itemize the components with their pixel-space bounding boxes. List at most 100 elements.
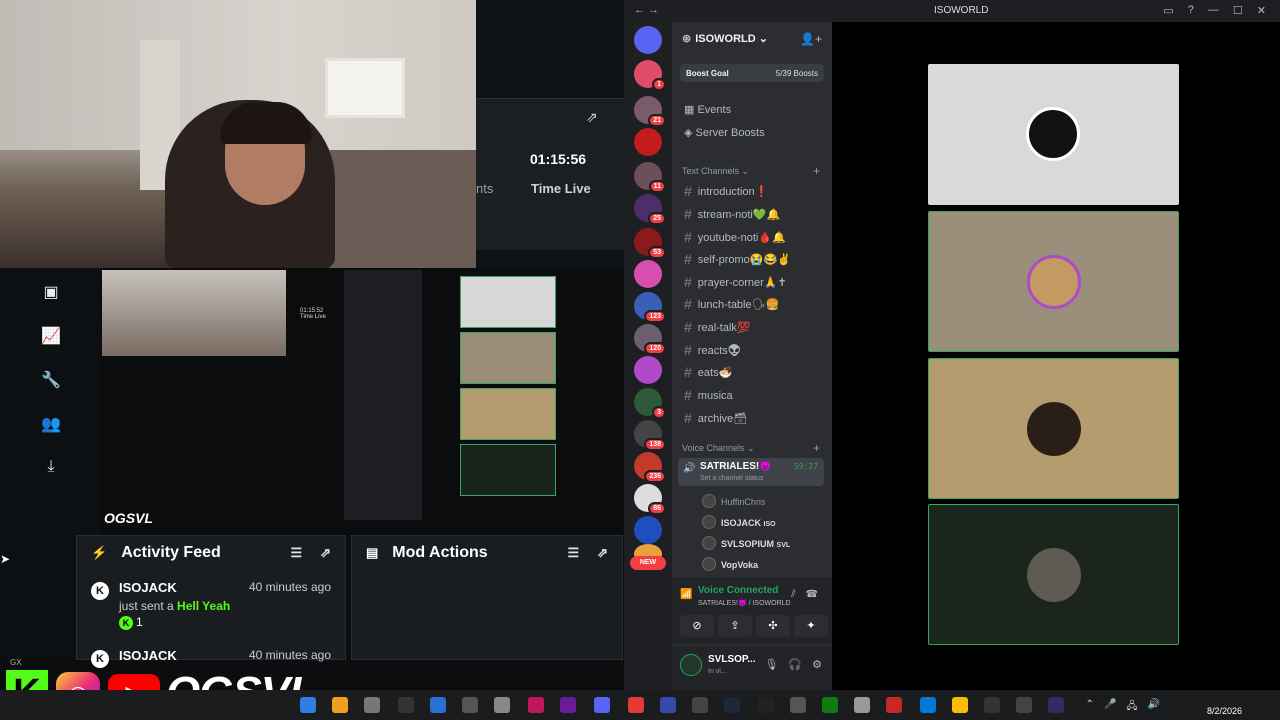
app-icon[interactable] — [628, 697, 644, 713]
popout-icon[interactable]: ⇗ — [597, 545, 608, 561]
voice-user[interactable]: ISOJACK ISO — [702, 515, 776, 529]
participant-tile[interactable] — [928, 358, 1179, 499]
server-icon[interactable]: 86 — [634, 484, 666, 515]
folder-icon[interactable] — [332, 697, 348, 713]
channel-reacts[interactable]: # reacts👽 — [684, 342, 820, 358]
server-icon[interactable] — [634, 128, 662, 156]
server-icon[interactable]: 11 — [634, 162, 666, 193]
channel-archive[interactable]: # archive🗃 — [684, 410, 820, 426]
app-icon[interactable] — [528, 697, 544, 713]
app-icon[interactable] — [364, 697, 380, 713]
server-name[interactable]: ⊛ ISOWORLD ⌄ — [682, 32, 768, 45]
camera-off-button[interactable]: ⊘ — [680, 615, 714, 637]
username[interactable]: SVLSOP... — [708, 654, 756, 665]
discord-home-icon[interactable] — [634, 26, 662, 54]
participant-tile[interactable] — [928, 64, 1179, 205]
server-icon[interactable]: 138 — [634, 420, 666, 451]
app-icon[interactable] — [854, 697, 870, 713]
app-icon[interactable] — [1016, 697, 1032, 713]
app-icon[interactable] — [984, 697, 1000, 713]
soundboard-button[interactable]: ✦ — [794, 615, 828, 637]
channel-self-promo[interactable]: # self-promo😭😂✌ — [684, 251, 820, 267]
app-icon[interactable] — [660, 697, 676, 713]
chrome-icon[interactable] — [952, 697, 968, 713]
disconnect-icon[interactable]: ☎ — [806, 589, 818, 600]
headphones-icon[interactable]: 🎧 — [788, 658, 802, 671]
text-channels-category[interactable]: Text Channels ⌄ + — [682, 164, 822, 178]
noise-suppression-icon[interactable]: ⫽ — [791, 589, 795, 600]
channel-prayer-corner[interactable]: # prayer-corner🙏✝ — [684, 274, 820, 290]
close-icon[interactable]: ✕ — [1257, 4, 1266, 17]
back-arrow-icon[interactable]: ← → — [634, 4, 659, 16]
users-icon[interactable]: 👥 — [40, 414, 62, 434]
boost-goal[interactable]: Boost Goal 5/39 Boosts — [680, 64, 824, 82]
screen-share-button[interactable]: ⇪ — [718, 615, 752, 637]
app-icon[interactable] — [886, 697, 902, 713]
channel-introduction[interactable]: # introduction❗ — [684, 183, 820, 199]
system-tray[interactable]: ⌃ 🎤 🖧 🔊 — [1086, 699, 1160, 716]
server-icon[interactable]: 3 — [634, 388, 666, 419]
discord-icon[interactable] — [594, 697, 610, 713]
epic-icon[interactable] — [758, 697, 774, 713]
music-icon[interactable] — [398, 697, 414, 713]
server-icon[interactable]: 120 — [634, 324, 666, 355]
app-icon[interactable] — [430, 697, 446, 713]
channel-real-talk[interactable]: # real-talk💯 — [684, 319, 820, 335]
server-icon[interactable] — [634, 356, 662, 384]
server-icon[interactable]: 236 — [634, 452, 666, 483]
server-icon[interactable] — [634, 516, 662, 544]
app-icon[interactable] — [462, 697, 478, 713]
app-icon[interactable] — [560, 697, 576, 713]
channel-eats[interactable]: # eats🍜 — [684, 364, 820, 380]
activity-feed-panel: ⚡ Activity Feed ☰ ⇗ K ISOJACK 40 minutes … — [76, 535, 346, 668]
activities-button[interactable]: ✣ — [756, 615, 790, 637]
popout-icon[interactable]: ⇗ — [320, 545, 331, 561]
app-icon[interactable] — [790, 697, 806, 713]
server-icon[interactable]: 1 — [634, 60, 666, 91]
menu-server-boosts[interactable]: ◈ Server Boosts — [684, 126, 765, 139]
app-icon[interactable] — [300, 697, 316, 713]
participant-tile[interactable] — [928, 504, 1179, 645]
inbox-icon[interactable]: ▭ — [1163, 4, 1173, 17]
server-icon[interactable]: 123 — [634, 292, 666, 323]
steam-icon[interactable] — [724, 697, 740, 713]
new-badge[interactable]: NEW — [630, 556, 666, 570]
channel-lunch-table[interactable]: # lunch-table🗣🍔 — [684, 296, 820, 312]
channel-youtube-noti[interactable]: # youtube-noti🩸🔔 — [684, 229, 820, 245]
download-icon[interactable]: ⤓ — [40, 458, 62, 478]
server-icon[interactable]: 21 — [634, 96, 666, 127]
filter-icon[interactable]: ☰ — [290, 545, 302, 561]
voice-user[interactable]: HuffinChris — [702, 494, 765, 508]
settings-gear-icon[interactable]: ⚙ — [812, 658, 822, 671]
avatar[interactable] — [680, 654, 702, 676]
add-member-icon[interactable]: 👤+ — [800, 32, 822, 46]
minimize-icon[interactable]: — — [1208, 4, 1219, 17]
help-icon[interactable]: ? — [1188, 4, 1194, 17]
app-icon[interactable] — [1048, 697, 1064, 713]
expand-icon[interactable]: ⇗ — [586, 109, 598, 126]
maximize-icon[interactable]: ☐ — [1233, 4, 1243, 17]
calendar-icon: ▦ — [684, 104, 695, 116]
voice-channels-category[interactable]: Voice Channels ⌄ + — [682, 441, 822, 455]
stream-video-icon[interactable]: ▣ — [40, 282, 62, 302]
edge-icon[interactable] — [920, 697, 936, 713]
activity-feed-title: Activity Feed — [121, 544, 221, 561]
xbox-icon[interactable] — [822, 697, 838, 713]
server-icon[interactable]: 25 — [634, 194, 666, 225]
microphone-icon[interactable]: 🎙 — [764, 658, 778, 671]
voice-channel-satriales[interactable]: 🔊 SATRIALES!😈 59:27 Set a channel status — [678, 458, 824, 486]
mic-icon: 🎤 — [1103, 699, 1117, 710]
voice-user[interactable]: SVLSOPIUM SVL — [702, 536, 790, 550]
channel-musica[interactable]: # musica — [684, 387, 820, 403]
app-icon[interactable] — [692, 697, 708, 713]
server-icon[interactable] — [634, 260, 662, 288]
server-icon[interactable]: 53 — [634, 228, 666, 259]
analytics-icon[interactable]: 📈 — [40, 326, 62, 346]
voice-user[interactable]: VopVoka — [702, 557, 758, 571]
channel-stream-noti[interactable]: # stream-noti💚🔔 — [684, 206, 820, 222]
wrench-icon[interactable]: 🔧 — [40, 370, 62, 390]
app-icon[interactable] — [494, 697, 510, 713]
filter-icon[interactable]: ☰ — [567, 545, 579, 561]
menu-events[interactable]: ▦ Events — [684, 103, 731, 116]
participant-tile[interactable] — [928, 211, 1179, 352]
